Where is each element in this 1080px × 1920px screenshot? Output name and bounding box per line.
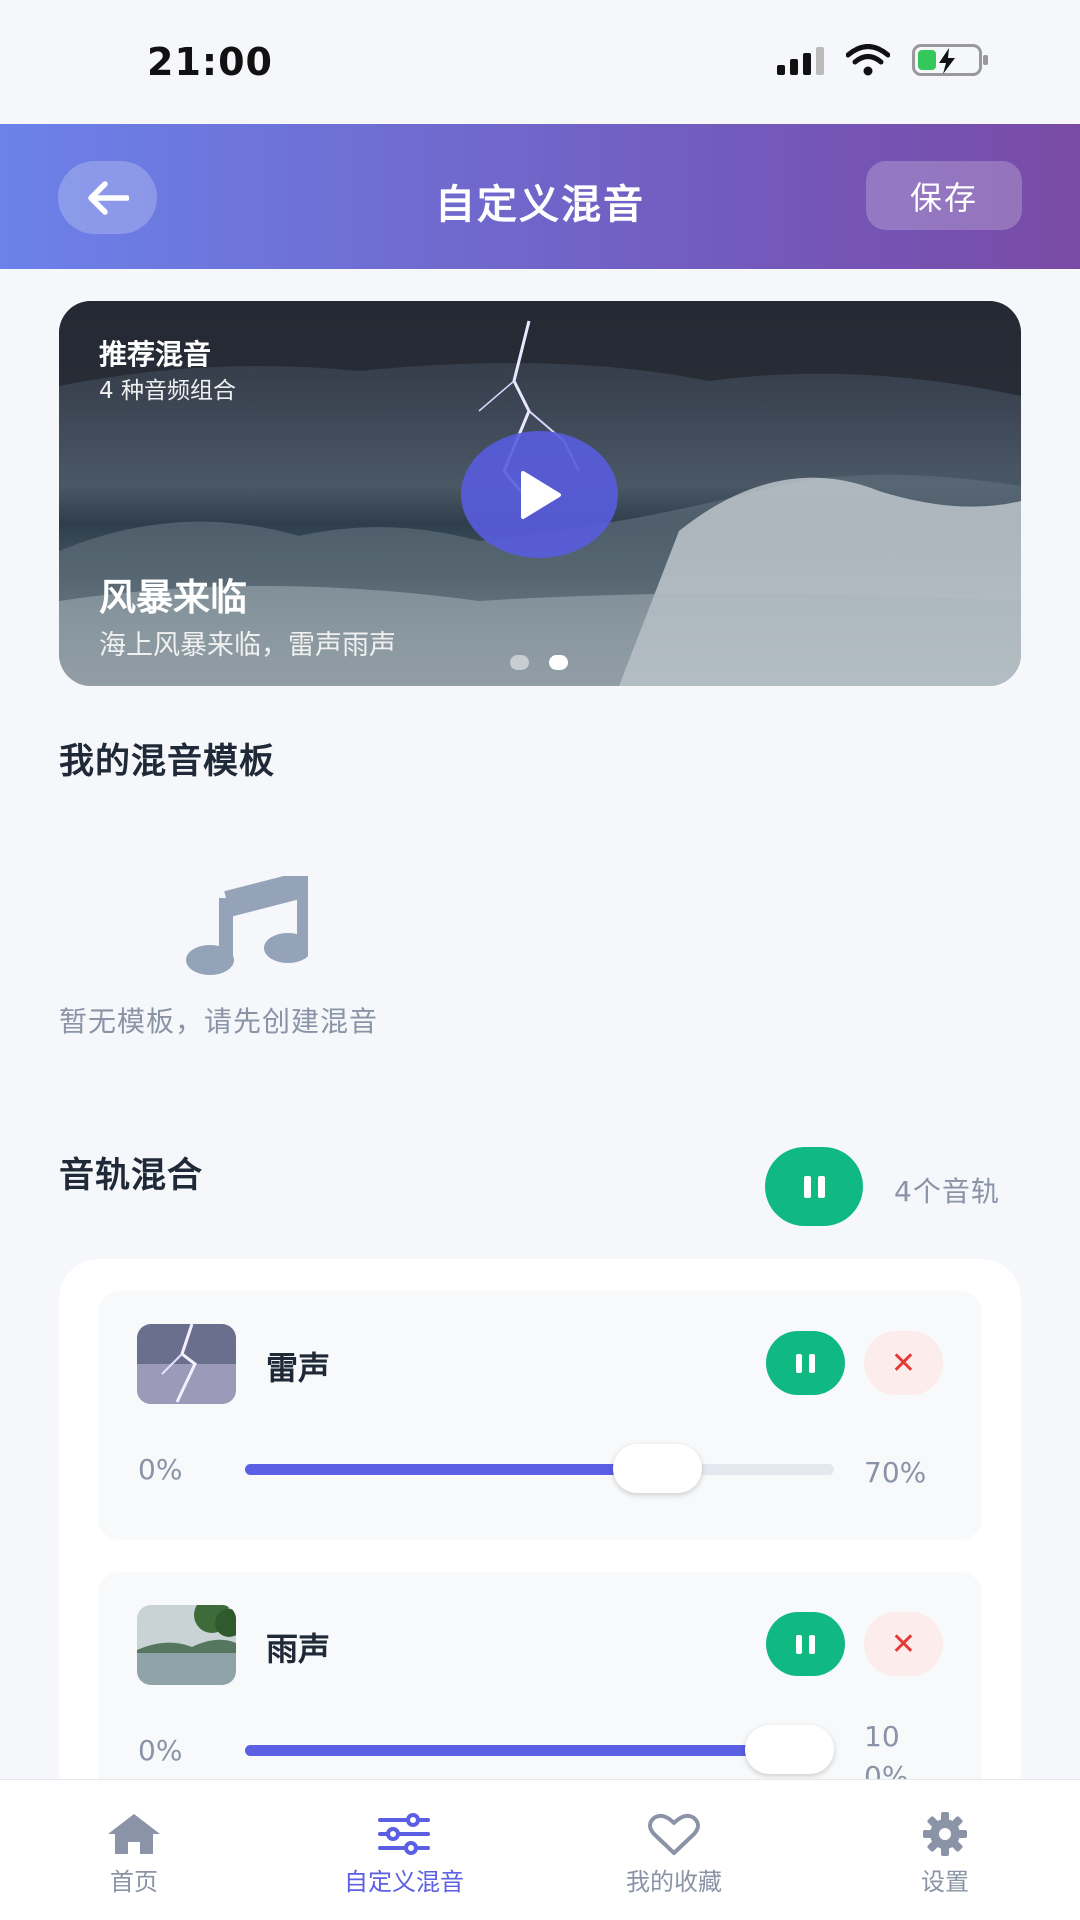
nav-item-custom-mix[interactable]: 自定义混音 [304, 1780, 504, 1920]
home-icon [108, 1814, 160, 1854]
close-icon: ✕ [890, 1626, 917, 1662]
wifi-icon [846, 44, 890, 76]
track-remove-button[interactable]: ✕ [864, 1612, 943, 1676]
status-bar: 21:00 [0, 0, 1080, 124]
track-item: 雷声 ✕ 0% 70% [98, 1291, 982, 1540]
volume-max-label: 70% [864, 1456, 927, 1489]
volume-min-label: 0% [138, 1734, 183, 1767]
thunder-thumbnail [137, 1324, 236, 1404]
app-header: 自定义混音 保存 [0, 124, 1080, 269]
volume-slider-fill [245, 1745, 790, 1756]
mix-section-title: 音轨混合 [59, 1156, 204, 1196]
volume-slider-fill [245, 1464, 658, 1475]
volume-slider-thumb[interactable] [745, 1725, 834, 1774]
banner-subtitle: 海上风暴来临，雷声雨声 [99, 630, 396, 661]
rain-thumbnail [137, 1605, 236, 1685]
empty-templates-text: 暂无模板，请先创建混音 [59, 1005, 379, 1038]
track-name: 雨声 [266, 1630, 331, 1668]
battery-icon [912, 44, 988, 76]
volume-min-label: 0% [138, 1453, 183, 1486]
bottom-nav: 首页 自定义混音 我的收藏 设置 [0, 1779, 1080, 1920]
music-note-icon [186, 876, 308, 975]
nav-item-favorites[interactable]: 我的收藏 [574, 1780, 774, 1920]
signal-icon [777, 45, 824, 75]
track-pause-button[interactable] [766, 1331, 845, 1395]
track-pause-button[interactable] [766, 1612, 845, 1676]
save-button[interactable]: 保存 [866, 161, 1022, 230]
sliders-icon [378, 1813, 430, 1855]
carousel-dot[interactable] [510, 655, 529, 670]
pause-icon [796, 1634, 815, 1654]
pause-icon [796, 1353, 815, 1373]
gear-icon [923, 1812, 967, 1856]
pause-all-button[interactable] [765, 1147, 863, 1226]
nav-item-settings[interactable]: 设置 [845, 1780, 1045, 1920]
status-time: 21:00 [147, 40, 273, 84]
nav-label: 设置 [921, 1868, 969, 1896]
banner-count: 4 种音频组合 [99, 378, 236, 404]
nav-label: 我的收藏 [626, 1868, 722, 1896]
nav-item-home[interactable]: 首页 [34, 1780, 234, 1920]
carousel-dot-active[interactable] [549, 655, 568, 670]
banner-tag: 推荐混音 [99, 338, 212, 371]
volume-slider[interactable] [245, 1444, 834, 1493]
templates-section-title: 我的混音模板 [59, 742, 276, 782]
carousel-dots [510, 655, 568, 670]
track-name: 雷声 [266, 1349, 331, 1387]
banner-title: 风暴来临 [99, 576, 247, 619]
volume-slider-thumb[interactable] [612, 1444, 702, 1493]
heart-icon [648, 1813, 700, 1855]
track-remove-button[interactable]: ✕ [864, 1331, 943, 1395]
play-icon [520, 470, 561, 519]
banner-play-button[interactable] [461, 431, 618, 558]
status-icons [777, 44, 988, 76]
volume-slider[interactable] [245, 1725, 834, 1774]
nav-label: 首页 [110, 1868, 158, 1896]
pause-icon [803, 1175, 825, 1198]
nav-label: 自定义混音 [344, 1868, 464, 1896]
track-count: 4个音轨 [894, 1175, 1000, 1208]
close-icon: ✕ [890, 1345, 917, 1381]
recommended-mix-banner[interactable]: 推荐混音 4 种音频组合 风暴来临 海上风暴来临，雷声雨声 [59, 301, 1021, 686]
